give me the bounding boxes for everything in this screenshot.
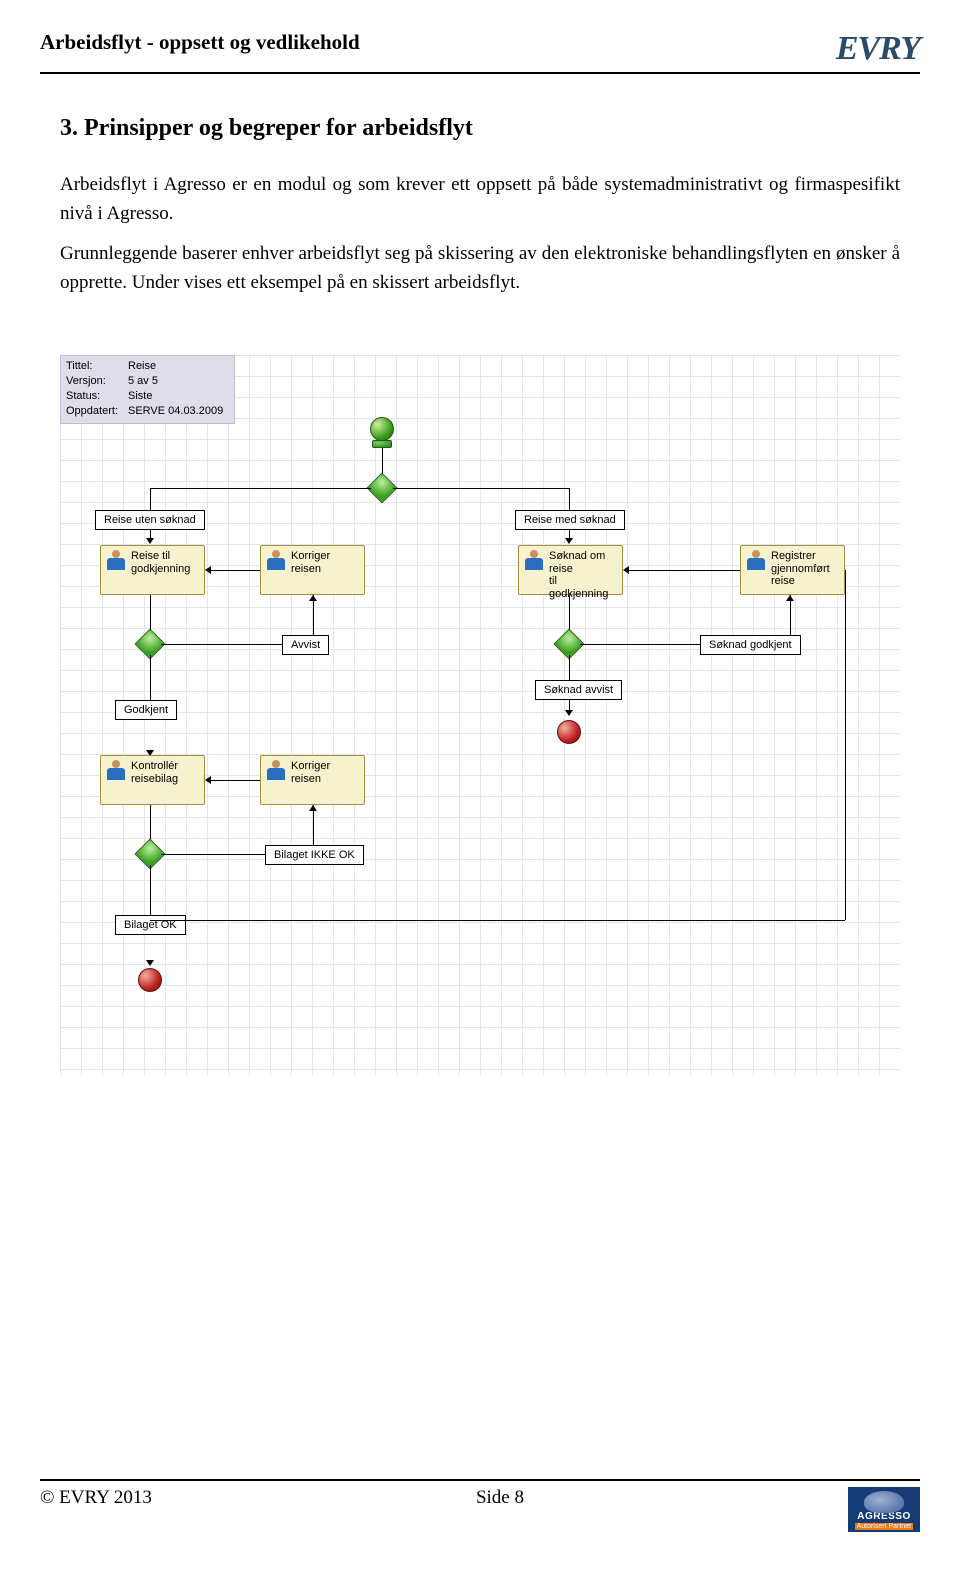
- badge-sub: Autorisert Partner: [855, 1523, 914, 1530]
- grid-background: [60, 355, 900, 1075]
- connector: [628, 570, 740, 571]
- label-reise-uten-soknad: Reise uten søknad: [95, 510, 205, 530]
- person-icon: [523, 550, 545, 572]
- meta-val: 5 av 5: [128, 374, 158, 389]
- connector: [393, 488, 569, 489]
- footer-page: Side 8: [476, 1487, 524, 1509]
- arrow-icon: [309, 595, 317, 601]
- footer-copyright: © EVRY 2013: [40, 1487, 152, 1509]
- arrow-icon: [565, 538, 573, 544]
- task-label: Korriger reisen: [291, 550, 360, 575]
- header-title: Arbeidsflyt - oppsett og vedlikehold: [40, 30, 360, 55]
- connector: [845, 570, 846, 920]
- arrow-icon: [309, 805, 317, 811]
- label-avvist: Avvist: [282, 635, 329, 655]
- paragraph-2: Grunnleggende baserer enhver arbeidsflyt…: [60, 239, 900, 298]
- label-soknad-avvist: Søknad avvist: [535, 680, 622, 700]
- section-heading: 3. Prinsipper og begreper for arbeidsfly…: [60, 115, 900, 142]
- task-reise-til-godkjenning: Reise til godkjenning: [100, 545, 205, 595]
- arrow-icon: [565, 710, 573, 716]
- arrow-icon: [623, 566, 629, 574]
- meta-val: SERVE 04.03.2009: [128, 404, 223, 419]
- person-icon: [265, 760, 287, 782]
- label-soknad-godkjent: Søknad godkjent: [700, 635, 801, 655]
- start-bar-icon: [372, 440, 392, 448]
- task-soknad-om-reise: Søknad om reise til godkjenning: [518, 545, 623, 595]
- task-label: Registrer gjennomført reise: [771, 550, 840, 588]
- page-footer: © EVRY 2013 Side 8 AGRESSO Autorisert Pa…: [40, 1479, 920, 1532]
- label-bilaget-ok: Bilaget OK: [115, 915, 186, 935]
- meta-key: Tittel:: [66, 359, 124, 374]
- header-rule: [40, 72, 920, 74]
- label-godkjent: Godkjent: [115, 700, 177, 720]
- end-node-icon: [557, 720, 581, 744]
- workflow-diagram: Tittel: Reise Versjon: 5 av 5 Status: Siste…: [60, 355, 900, 1075]
- connector: [150, 488, 371, 489]
- meta-key: Status:: [66, 389, 124, 404]
- footer-rule: [40, 1479, 920, 1481]
- label-reise-med-soknad: Reise med søknad: [515, 510, 625, 530]
- arrow-icon: [205, 566, 211, 574]
- person-icon: [745, 550, 767, 572]
- task-registrer-reise: Registrer gjennomført reise: [740, 545, 845, 595]
- task-label: Kontrollér reisebilag: [131, 760, 178, 785]
- bear-icon: [864, 1491, 904, 1513]
- start-node-icon: [370, 417, 394, 441]
- task-label: Reise til godkjenning: [131, 550, 200, 575]
- evry-logo: EVRY: [836, 30, 920, 68]
- agresso-badge: AGRESSO Autorisert Partner: [848, 1487, 920, 1532]
- meta-key: Versjon:: [66, 374, 124, 389]
- end-node-icon: [138, 968, 162, 992]
- connector: [210, 570, 260, 571]
- person-icon: [105, 760, 127, 782]
- task-korriger-reisen-1: Korriger reisen: [260, 545, 365, 595]
- person-icon: [105, 550, 127, 572]
- meta-val: Reise: [128, 359, 156, 374]
- connector: [210, 780, 260, 781]
- task-korriger-reisen-2: Korriger reisen: [260, 755, 365, 805]
- label-bilaget-ikke-ok: Bilaget IKKE OK: [265, 845, 364, 865]
- diagram-meta-box: Tittel: Reise Versjon: 5 av 5 Status: Siste…: [60, 355, 235, 424]
- task-label: Korriger reisen: [291, 760, 360, 785]
- meta-val: Siste: [128, 389, 152, 404]
- arrow-icon: [205, 776, 211, 784]
- arrow-icon: [146, 960, 154, 966]
- page-header: Arbeidsflyt - oppsett og vedlikehold EVR…: [40, 30, 920, 68]
- meta-key: Oppdatert:: [66, 404, 124, 419]
- connector: [150, 920, 845, 921]
- person-icon: [265, 550, 287, 572]
- arrow-icon: [786, 595, 794, 601]
- task-kontroller-reisebilag: Kontrollér reisebilag: [100, 755, 205, 805]
- task-label: Søknad om reise til godkjenning: [549, 550, 618, 601]
- arrow-icon: [146, 538, 154, 544]
- paragraph-1: Arbeidsflyt i Agresso er en modul og som…: [60, 170, 900, 229]
- content: 3. Prinsipper og begreper for arbeidsfly…: [60, 115, 900, 308]
